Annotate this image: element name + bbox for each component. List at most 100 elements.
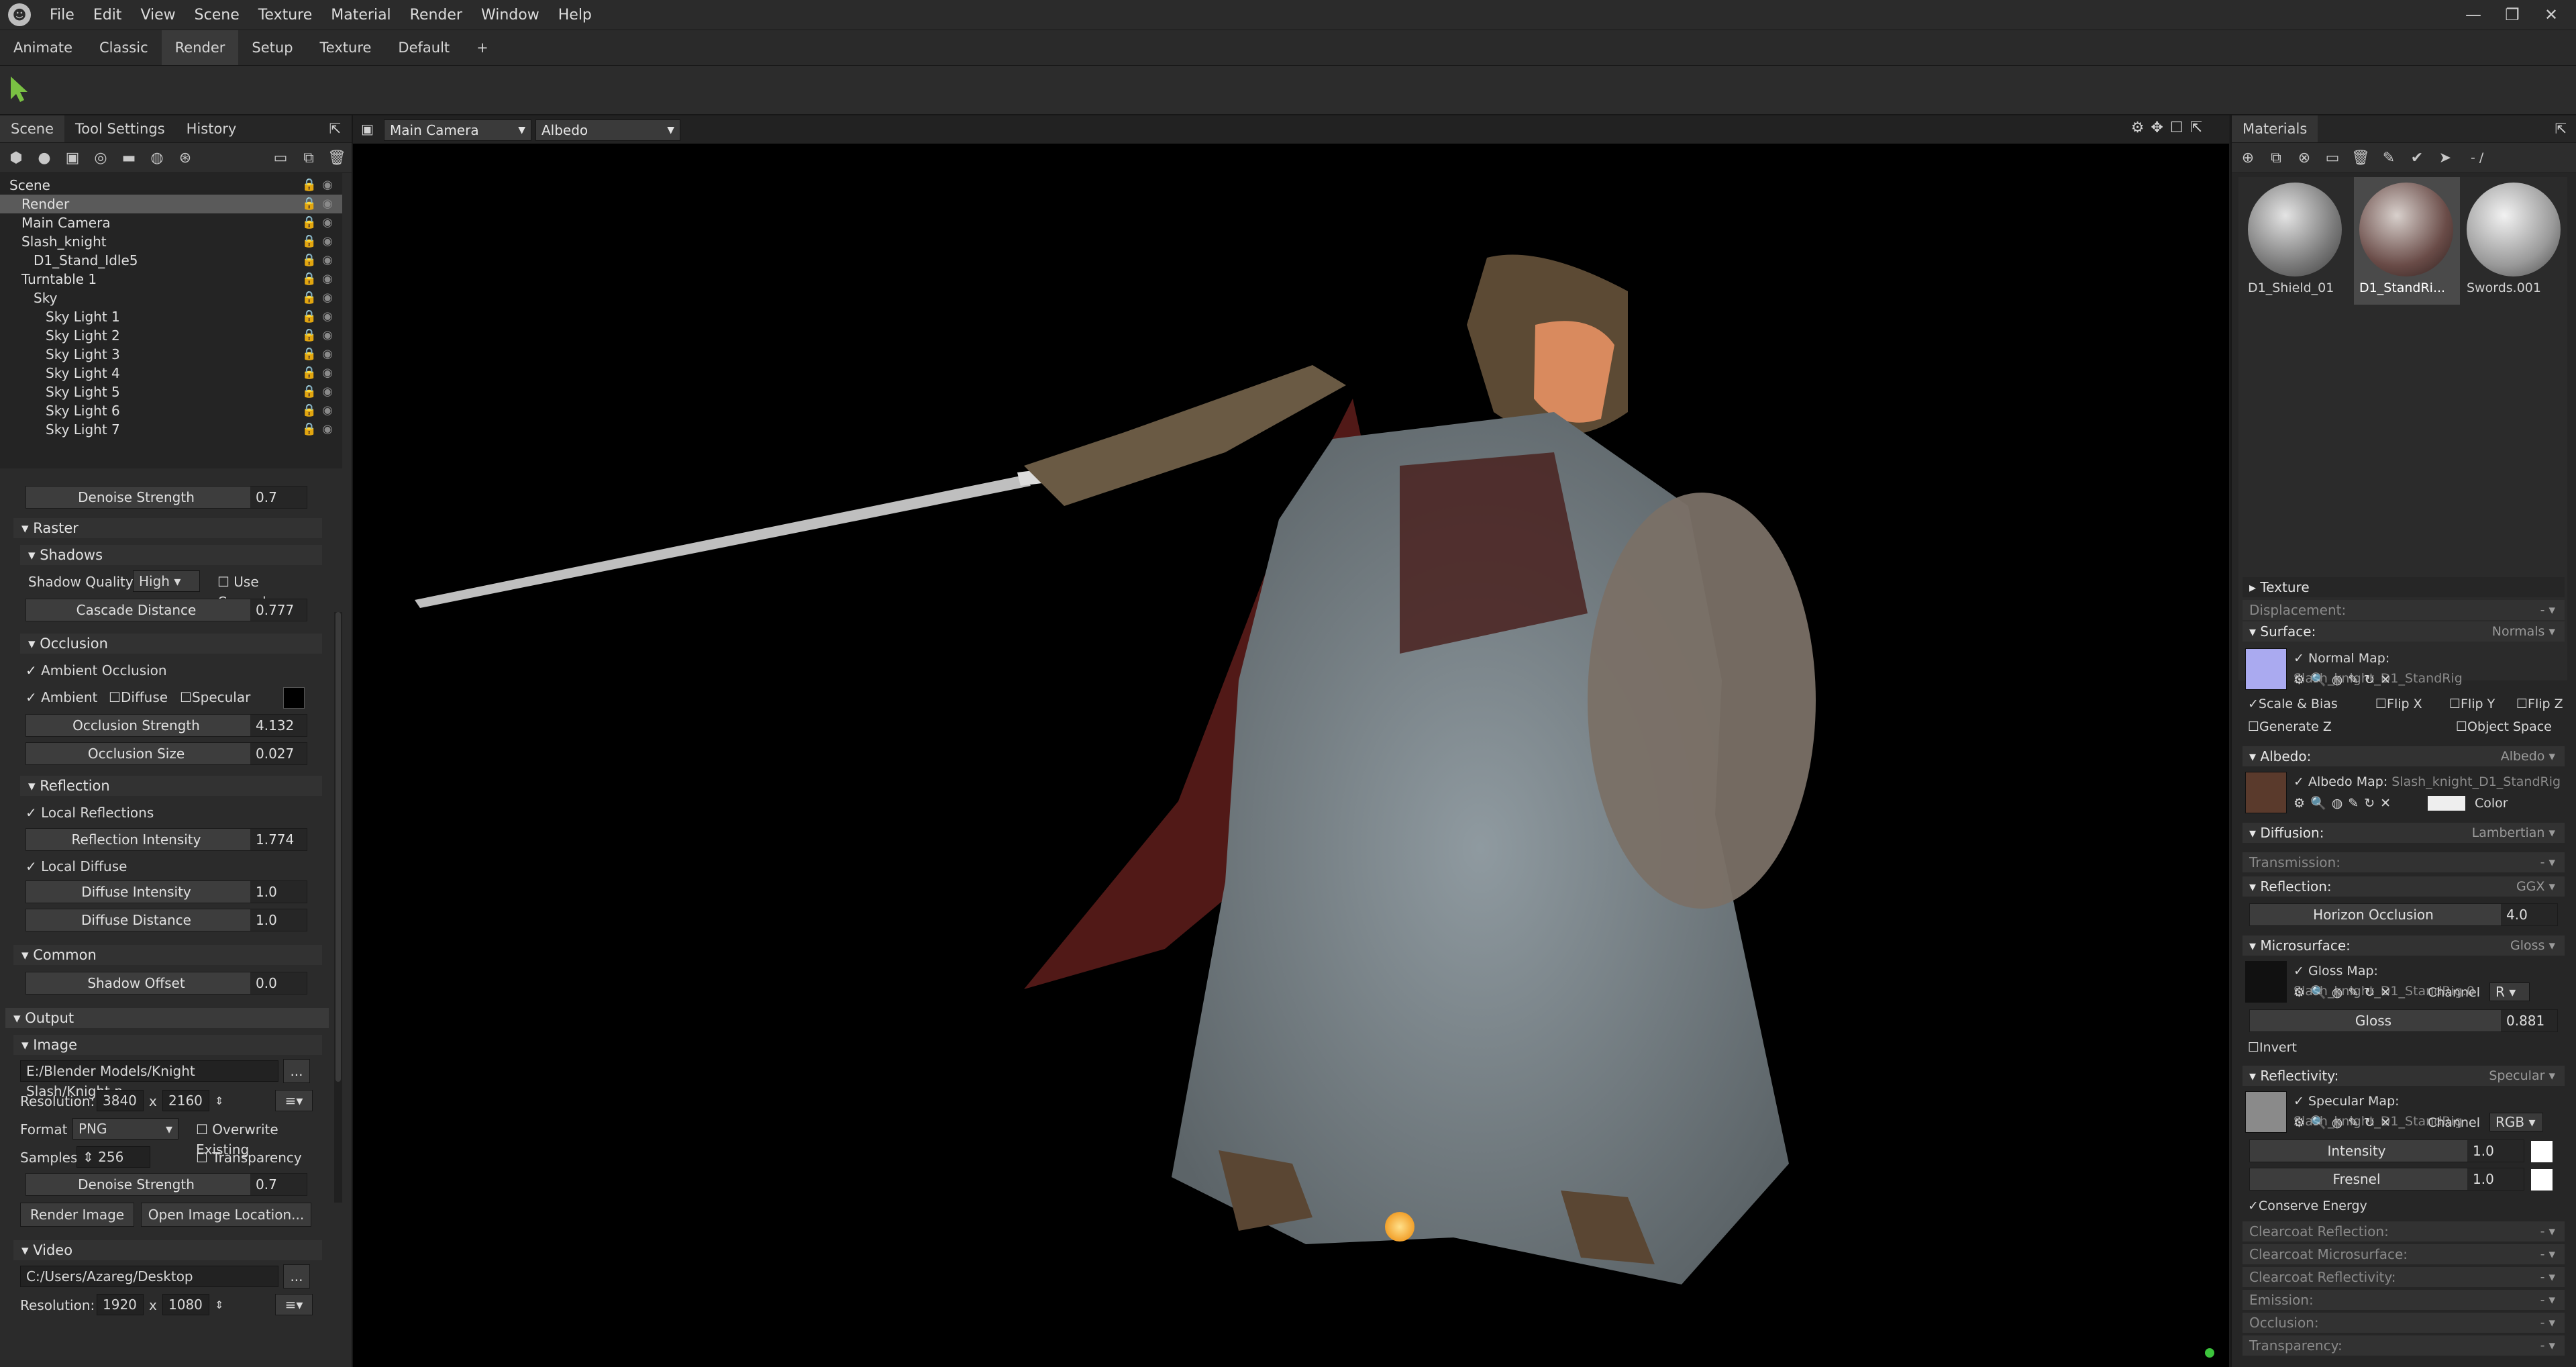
- visibility-icon[interactable]: ◉: [322, 420, 333, 439]
- resolution-preset-menu[interactable]: ≡▾: [275, 1090, 313, 1111]
- section-transparency[interactable]: Transparency: - ▾: [2243, 1335, 2565, 1356]
- section-reflection[interactable]: ▾ Reflection: [20, 776, 322, 796]
- minimize-icon[interactable]: —: [2454, 5, 2493, 24]
- ambient-checkbox[interactable]: ✓ Ambient: [25, 687, 97, 707]
- visibility-icon[interactable]: ◉: [322, 401, 333, 420]
- intensity-slider[interactable]: Intensity 1.0: [2249, 1140, 2524, 1162]
- visibility-icon[interactable]: ◉: [322, 176, 333, 195]
- properties-scrollbar[interactable]: [334, 612, 342, 1203]
- flip-y-checkbox[interactable]: ☐Flip Y: [2449, 694, 2495, 714]
- section-occlusion[interactable]: Occlusion: - ▾: [2243, 1313, 2565, 1333]
- material-item[interactable]: D1_Shield_01: [2248, 183, 2349, 295]
- tab-tool-settings[interactable]: Tool Settings: [64, 115, 176, 142]
- section-displacement[interactable]: Displacement: - ▾: [2243, 600, 2565, 620]
- section-diffusion[interactable]: ▾ Diffusion: Lambertian ▾: [2243, 823, 2565, 843]
- format-dropdown[interactable]: PNG ▾: [72, 1118, 178, 1140]
- lock-icon[interactable]: 🔒: [302, 345, 317, 364]
- lock-icon[interactable]: 🔒: [302, 270, 317, 289]
- open-image-location-button[interactable]: Open Image Location...: [141, 1203, 311, 1227]
- fresnel-slider[interactable]: Fresnel 1.0: [2249, 1168, 2524, 1191]
- denoise-strength-slider[interactable]: Denoise Strength 0.7: [25, 486, 307, 509]
- add-turntable-icon[interactable]: ◎: [91, 148, 110, 167]
- tab-default[interactable]: Default: [384, 30, 463, 65]
- tab-texture[interactable]: Texture: [307, 30, 385, 65]
- add-tab-button[interactable]: +: [463, 30, 502, 65]
- visibility-icon[interactable]: ◉: [322, 307, 333, 326]
- add-sky-icon[interactable]: ⊛: [176, 148, 195, 167]
- scale-bias-checkbox[interactable]: ✓Scale & Bias: [2248, 697, 2338, 711]
- flip-x-checkbox[interactable]: ☐Flip X: [2375, 694, 2422, 714]
- camera-icon[interactable]: ▣: [361, 121, 374, 137]
- scene-tree-item[interactable]: Main Camera 🔒 ◉: [0, 213, 342, 232]
- folder-icon[interactable]: ▭: [271, 148, 290, 167]
- cascade-distance-slider[interactable]: Cascade Distance 0.777: [25, 599, 307, 621]
- resolution-stepper-icon[interactable]: ⇕: [215, 1091, 223, 1111]
- diffuse-checkbox[interactable]: ☐Diffuse: [109, 687, 168, 707]
- export-material-icon[interactable]: ➤: [2436, 148, 2455, 167]
- section-clearcoat-reflection[interactable]: Clearcoat Reflection: - ▾: [2243, 1221, 2565, 1242]
- menu-help[interactable]: Help: [549, 7, 601, 23]
- section-image[interactable]: ▾ Image: [13, 1035, 322, 1055]
- apply-material-icon[interactable]: ✔: [2408, 148, 2426, 167]
- lock-icon[interactable]: 🔒: [302, 307, 317, 326]
- normal-map-tools-icons[interactable]: ⚙🔍◍✎↻✕: [2294, 670, 2428, 690]
- material-item-selected[interactable]: D1_StandRi...: [2354, 177, 2460, 305]
- lock-icon[interactable]: 🔒: [302, 176, 317, 195]
- visibility-icon[interactable]: ◉: [322, 289, 333, 307]
- menu-scene[interactable]: Scene: [185, 7, 249, 23]
- scene-tree-item[interactable]: Sky 🔒 ◉: [0, 289, 342, 307]
- transparency-checkbox[interactable]: ☐ Transparency: [196, 1148, 302, 1168]
- lock-icon[interactable]: 🔒: [302, 251, 317, 270]
- resolution-width-field[interactable]: 3840: [97, 1090, 144, 1111]
- gloss-map-thumbnail[interactable]: [2245, 961, 2287, 1003]
- visibility-icon[interactable]: ◉: [322, 364, 333, 383]
- specular-checkbox[interactable]: ☐Specular: [180, 687, 250, 707]
- section-emission[interactable]: Emission: - ▾: [2243, 1290, 2565, 1310]
- menu-edit[interactable]: Edit: [84, 7, 132, 23]
- section-shadows[interactable]: ▾ Shadows: [20, 545, 322, 565]
- video-resolution-stepper-icon[interactable]: ⇕: [215, 1295, 223, 1315]
- gloss-channel-dropdown[interactable]: R ▾: [2489, 982, 2530, 1001]
- local-diffuse-checkbox[interactable]: ✓ Local Diffuse: [25, 856, 314, 876]
- scene-tree-item[interactable]: Turntable 1 🔒 ◉: [0, 270, 342, 289]
- visibility-icon[interactable]: ◉: [322, 232, 333, 251]
- menu-material[interactable]: Material: [321, 7, 400, 23]
- scene-tree-item[interactable]: Render 🔒 ◉: [0, 195, 342, 213]
- diffuse-intensity-slider[interactable]: Diffuse Intensity 1.0: [25, 880, 307, 903]
- lock-icon[interactable]: 🔒: [302, 213, 317, 232]
- fresnel-color-swatch[interactable]: [2531, 1169, 2553, 1191]
- video-path-field[interactable]: C:/Users/Azareg/Desktop: [20, 1266, 278, 1287]
- add-object-icon[interactable]: ⬢: [7, 148, 25, 167]
- scene-tree-item[interactable]: Sky Light 1 🔒 ◉: [0, 307, 342, 326]
- scene-tree-item[interactable]: Scene 🔒 ◉: [0, 176, 342, 195]
- menu-render[interactable]: Render: [401, 7, 472, 23]
- section-clearcoat-reflectivity[interactable]: Clearcoat Reflectivity: - ▾: [2243, 1267, 2565, 1287]
- intensity-color-swatch[interactable]: [2531, 1141, 2553, 1162]
- undock-materials-icon[interactable]: ⇱: [2544, 115, 2576, 142]
- section-reflection[interactable]: ▾ Reflection: GGX ▾: [2243, 876, 2565, 897]
- scene-tree-item[interactable]: Sky Light 5 🔒 ◉: [0, 383, 342, 401]
- delete-icon[interactable]: 🗑: [327, 148, 346, 167]
- duplicate-material-icon[interactable]: ⧉: [2267, 148, 2285, 167]
- conserve-energy-checkbox[interactable]: ✓Conserve Energy: [2248, 1196, 2563, 1216]
- section-surface[interactable]: ▾ Surface: Normals ▾: [2243, 621, 2565, 642]
- lock-icon[interactable]: 🔒: [302, 364, 317, 383]
- add-mesh-icon[interactable]: ▬: [119, 148, 138, 167]
- image-browse-button[interactable]: ...: [283, 1059, 310, 1083]
- visibility-icon[interactable]: ◉: [322, 383, 333, 401]
- shadow-quality-dropdown[interactable]: High ▾: [133, 570, 200, 592]
- occlusion-color-swatch[interactable]: [283, 687, 305, 709]
- specular-channel-dropdown[interactable]: RGB ▾: [2489, 1113, 2543, 1131]
- add-light-icon[interactable]: ●: [35, 148, 54, 167]
- section-albedo[interactable]: ▾ Albedo: Albedo ▾: [2243, 746, 2565, 766]
- occlusion-strength-slider[interactable]: Occlusion Strength 4.132: [25, 714, 307, 737]
- render-image-button[interactable]: Render Image: [20, 1203, 134, 1227]
- gloss-slider[interactable]: Gloss 0.881: [2249, 1009, 2558, 1032]
- add-group-icon[interactable]: ◍: [148, 148, 166, 167]
- diffuse-distance-slider[interactable]: Diffuse Distance 1.0: [25, 909, 307, 931]
- menu-file[interactable]: File: [40, 7, 84, 23]
- tab-animate[interactable]: Animate: [0, 30, 86, 65]
- section-clearcoat-microsurface[interactable]: Clearcoat Microsurface: - ▾: [2243, 1244, 2565, 1264]
- video-height-field[interactable]: 1080: [162, 1294, 209, 1315]
- add-camera-icon[interactable]: ▣: [63, 148, 82, 167]
